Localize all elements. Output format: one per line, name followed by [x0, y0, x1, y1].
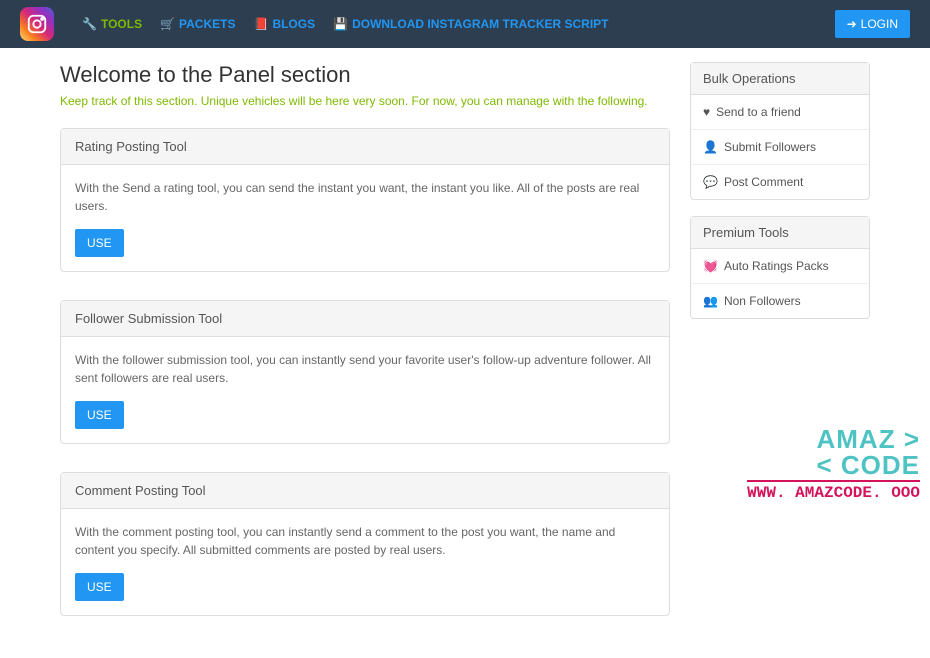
- card-comment-body: With the comment posting tool, you can i…: [61, 509, 669, 615]
- premium-title: Premium Tools: [691, 217, 869, 249]
- card-rating-title: Rating Posting Tool: [61, 129, 669, 165]
- bulk-title: Bulk Operations: [691, 63, 869, 95]
- premium-card: Premium Tools 💓 Auto Ratings Packs 👥 Non…: [690, 216, 870, 319]
- bulk-submit-followers[interactable]: 👤 Submit Followers: [691, 130, 869, 165]
- card-rating: Rating Posting Tool With the Send a rati…: [60, 128, 670, 272]
- heart-icon: ♥: [703, 105, 710, 119]
- card-comment-title: Comment Posting Tool: [61, 473, 669, 509]
- cart-icon: 🛒: [160, 17, 175, 31]
- login-label: LOGIN: [861, 17, 898, 31]
- nav-tools-label: TOOLS: [101, 17, 142, 31]
- login-button[interactable]: ➜ LOGIN: [835, 10, 910, 38]
- save-icon: 💾: [333, 17, 348, 31]
- nav-tools[interactable]: 🔧 TOOLS: [82, 17, 142, 31]
- card-follower-body: With the follower submission tool, you c…: [61, 337, 669, 443]
- nav-packets-label: PACKETS: [179, 17, 235, 31]
- book-icon: 📕: [253, 17, 268, 31]
- nav-left: 🔧 TOOLS 🛒 PACKETS 📕 BLOGS 💾 DOWNLOAD INS…: [20, 7, 609, 41]
- nav-blogs-label: BLOGS: [272, 17, 315, 31]
- card-follower-desc: With the follower submission tool, you c…: [75, 351, 655, 387]
- heart-beat-icon: 💓: [703, 259, 718, 273]
- card-follower-title: Follower Submission Tool: [61, 301, 669, 337]
- card-follower: Follower Submission Tool With the follow…: [60, 300, 670, 444]
- bulk-send-friend-label: Send to a friend: [716, 105, 801, 119]
- bulk-card: Bulk Operations ♥ Send to a friend 👤 Sub…: [690, 62, 870, 200]
- container: Welcome to the Panel section Keep track …: [50, 48, 880, 658]
- nav-packets[interactable]: 🛒 PACKETS: [160, 17, 235, 31]
- bulk-submit-followers-label: Submit Followers: [724, 140, 816, 154]
- nav-blogs[interactable]: 📕 BLOGS: [253, 17, 315, 31]
- nav-download[interactable]: 💾 DOWNLOAD INSTAGRAM TRACKER SCRIPT: [333, 17, 608, 31]
- comment-icon: 💬: [703, 175, 718, 189]
- card-comment: Comment Posting Tool With the comment po…: [60, 472, 670, 616]
- card-rating-desc: With the Send a rating tool, you can sen…: [75, 179, 655, 215]
- use-button-follower[interactable]: USE: [75, 401, 124, 429]
- wrench-icon: 🔧: [82, 17, 97, 31]
- card-comment-desc: With the comment posting tool, you can i…: [75, 523, 655, 559]
- bulk-post-comment[interactable]: 💬 Post Comment: [691, 165, 869, 199]
- users-icon: 👥: [703, 294, 718, 308]
- bulk-post-comment-label: Post Comment: [724, 175, 803, 189]
- bulk-send-friend[interactable]: ♥ Send to a friend: [691, 95, 869, 130]
- nav-download-label: DOWNLOAD INSTAGRAM TRACKER SCRIPT: [352, 17, 608, 31]
- premium-non-followers-label: Non Followers: [724, 294, 801, 308]
- premium-auto-ratings-label: Auto Ratings Packs: [724, 259, 829, 273]
- card-rating-body: With the Send a rating tool, you can sen…: [61, 165, 669, 271]
- page-subtitle: Keep track of this section. Unique vehic…: [60, 94, 670, 108]
- use-button-comment[interactable]: USE: [75, 573, 124, 601]
- sidebar: Bulk Operations ♥ Send to a friend 👤 Sub…: [690, 62, 870, 644]
- use-button-rating[interactable]: USE: [75, 229, 124, 257]
- premium-auto-ratings[interactable]: 💓 Auto Ratings Packs: [691, 249, 869, 284]
- user-plus-icon: 👤: [703, 140, 718, 154]
- premium-non-followers[interactable]: 👥 Non Followers: [691, 284, 869, 318]
- navbar: 🔧 TOOLS 🛒 PACKETS 📕 BLOGS 💾 DOWNLOAD INS…: [0, 0, 930, 48]
- main-column: Welcome to the Panel section Keep track …: [60, 62, 670, 644]
- instagram-logo[interactable]: [20, 7, 54, 41]
- login-icon: ➜: [847, 17, 857, 31]
- page-title: Welcome to the Panel section: [60, 62, 670, 88]
